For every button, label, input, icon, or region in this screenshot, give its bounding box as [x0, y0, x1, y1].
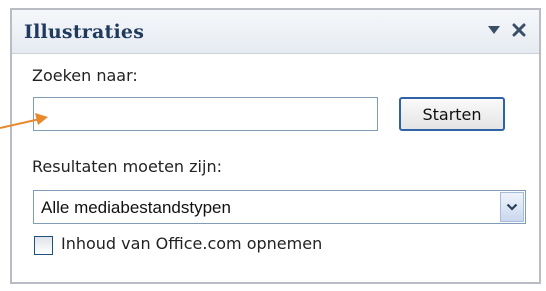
task-pane-header: Illustraties	[12, 10, 539, 54]
search-label: Zoeken naar:	[32, 66, 138, 85]
screenshot-stage: Illustraties Zoeken naar: Starten Result…	[0, 0, 546, 291]
triangle-down-icon[interactable]	[483, 19, 505, 41]
include-office-checkbox[interactable]	[34, 236, 53, 255]
chevron-down-icon[interactable]	[500, 192, 524, 222]
task-pane-title: Illustraties	[24, 21, 145, 43]
search-input[interactable]	[33, 97, 378, 131]
include-office-label[interactable]: Inhoud van Office.com opnemen	[61, 234, 322, 253]
illustraties-task-pane: Illustraties Zoeken naar: Starten Result…	[10, 8, 541, 284]
media-type-selected-value: Alle mediabestandstypen	[41, 198, 231, 217]
close-icon[interactable]	[508, 19, 530, 41]
media-type-select[interactable]: Alle mediabestandstypen	[33, 190, 526, 224]
results-label: Resultaten moeten zijn:	[32, 157, 222, 176]
start-search-button[interactable]: Starten	[399, 97, 505, 131]
